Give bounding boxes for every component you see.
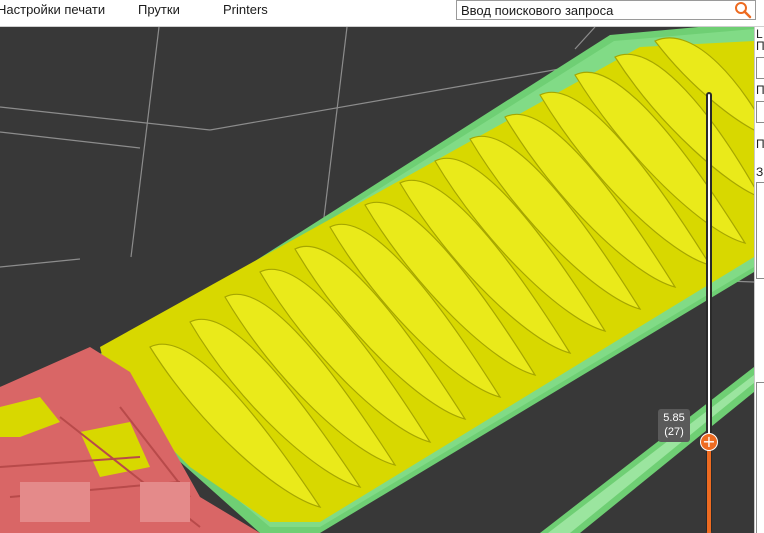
- right-side-panel: L П П П З: [754, 27, 764, 533]
- slider-fill: [707, 440, 711, 533]
- layer-slider[interactable]: +: [700, 88, 720, 533]
- tab-printers-label: Printers: [223, 2, 268, 17]
- tab-print-settings-label: Настройки печати: [0, 2, 106, 17]
- top-tab-bar: Настройки печати Прутки Printers: [0, 0, 764, 27]
- layer-height-label: 5.85 (27): [658, 409, 690, 442]
- slider-thumb-handle[interactable]: +: [700, 433, 718, 451]
- side-panel-glyph: П: [756, 137, 764, 151]
- side-panel-field[interactable]: [756, 57, 764, 79]
- layer-number-value: (27): [664, 426, 684, 438]
- search-box: [456, 0, 756, 20]
- perimeter-band-bottom: [540, 367, 754, 533]
- search-input[interactable]: [461, 1, 731, 19]
- gcode-preview-canvas: [0, 27, 754, 533]
- tab-filaments[interactable]: Прутки: [138, 0, 180, 27]
- side-panel-field[interactable]: [756, 101, 764, 123]
- side-panel-list[interactable]: [756, 382, 764, 533]
- tab-print-settings[interactable]: Настройки печати: [0, 0, 105, 27]
- side-panel-glyph: З: [756, 165, 764, 179]
- side-panel-glyph: П: [756, 83, 764, 97]
- layer-height-value: 5.85: [663, 412, 685, 424]
- side-panel-glyph: П: [756, 39, 764, 53]
- tab-filaments-label: Прутки: [138, 2, 180, 17]
- side-panel-list[interactable]: [756, 182, 764, 279]
- search-button[interactable]: [733, 1, 753, 19]
- search-icon: [735, 2, 752, 19]
- tab-printers[interactable]: Printers: [223, 0, 268, 27]
- 3d-preview-viewport[interactable]: [0, 27, 754, 533]
